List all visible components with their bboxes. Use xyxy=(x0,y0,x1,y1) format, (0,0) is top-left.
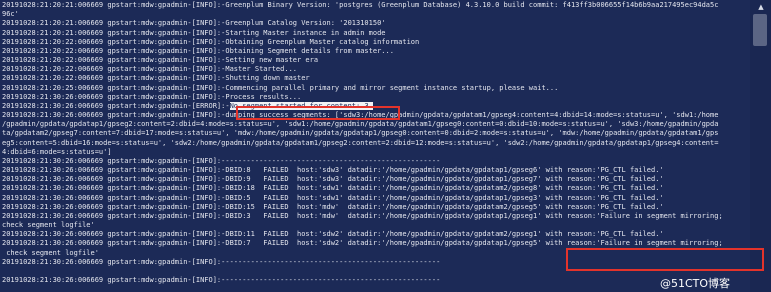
terminal-line: 20191028:21:20:25:006669 gpstart:mdw:gpa… xyxy=(2,83,559,92)
terminal-window[interactable]: 20191028:21:20:21:006669 gpstart:mdw:gpa… xyxy=(0,0,771,292)
error-annotation-box xyxy=(236,106,400,120)
terminal-line: eg5:content=5:dbid=16:mode=s:status=u', … xyxy=(2,138,719,147)
terminal-line: 20191028:21:30:26:006669 gpstart:mdw:gpa… xyxy=(2,211,723,220)
terminal-line: ta/gpdatam2/gpseg7:content=7:dbid=17:mod… xyxy=(2,129,719,138)
terminal-line: 20191028:21:30:26:006669 gpstart:mdw:gpa… xyxy=(2,276,441,285)
terminal-line: 20191028:21:20:22:006669 gpstart:mdw:gpa… xyxy=(2,46,394,55)
terminal-line: 20191028:21:30:26:006669 gpstart:mdw:gpa… xyxy=(2,166,664,175)
terminal-line: check segment logfile' xyxy=(2,221,95,230)
watermark-51cto: @51CTO博客 xyxy=(660,277,731,290)
terminal-line: 20191028:21:30:26:006669 gpstart:mdw:gpa… xyxy=(2,175,664,184)
terminal-line: 4:dbid=6:mode=s:status=u'] xyxy=(2,147,112,156)
terminal-line: 20191028:21:30:26:006669 gpstart:mdw:gpa… xyxy=(2,92,302,101)
terminal-line: 20191028:21:20:21:006669 gpstart:mdw:gpa… xyxy=(2,1,719,9)
terminal-line: 20191028:21:20:22:006669 gpstart:mdw:gpa… xyxy=(2,74,310,83)
terminal-line: 20191028:21:30:26:006669 gpstart:mdw:gpa… xyxy=(2,230,664,239)
terminal-line: 20191028:21:30:26:006669 gpstart:mdw:gpa… xyxy=(2,156,441,165)
terminal-line: 20191028:21:30:26:006669 gpstart:mdw:gpa… xyxy=(2,184,664,193)
scroll-up-arrow-icon[interactable]: ▲ xyxy=(756,3,766,11)
terminal-line: 20191028:21:20:22:006669 gpstart:mdw:gpa… xyxy=(2,37,420,46)
terminal-line: 20191028:21:20:21:006669 gpstart:mdw:gpa… xyxy=(2,28,386,37)
terminal-line: /gpadmin/gpdata/gpdatap1/gpseg2:content=… xyxy=(2,120,719,129)
terminal-line: 20191028:21:20:22:006669 gpstart:mdw:gpa… xyxy=(2,65,298,74)
terminal-line: 96c' xyxy=(2,10,19,19)
mirroring-failure-annotation-box xyxy=(566,248,764,271)
error-line-prefix: 20191028:21:30:26:006669 gpstart:mdw:gpa… xyxy=(2,101,230,110)
terminal-line: 20191028:21:30:26:006669 gpstart:mdw:gpa… xyxy=(2,193,664,202)
terminal-line: 20191028:21:20:22:006669 gpstart:mdw:gpa… xyxy=(2,56,319,65)
terminal-line: 20191028:21:20:21:006669 gpstart:mdw:gpa… xyxy=(2,19,386,28)
terminal-line: 20191028:21:30:26:006669 gpstart:mdw:gpa… xyxy=(2,202,664,211)
scrollbar-thumb[interactable] xyxy=(753,14,767,46)
